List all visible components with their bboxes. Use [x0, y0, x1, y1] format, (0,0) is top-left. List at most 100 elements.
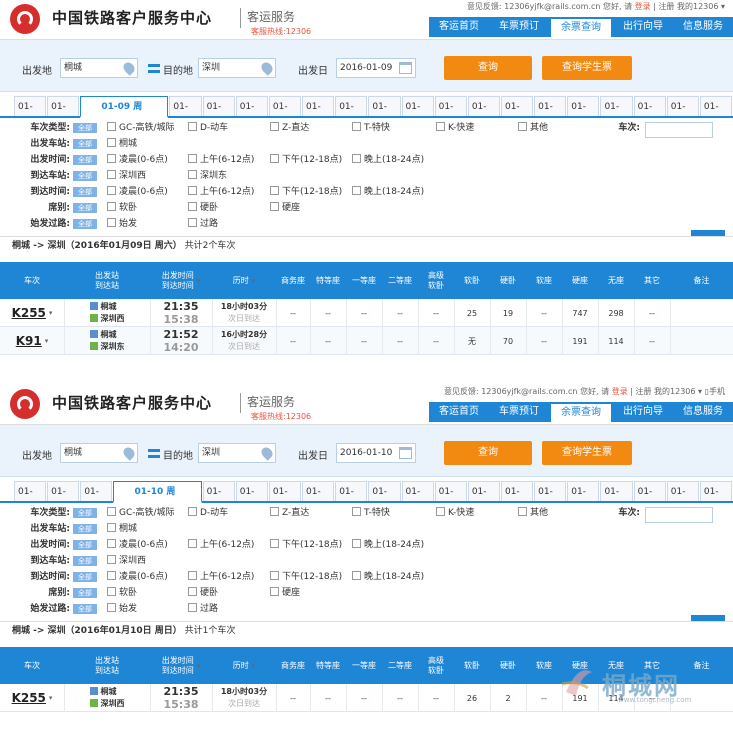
filter-checkbox[interactable]: K-快速 [436, 120, 474, 136]
train-code-link[interactable]: K255 [12, 306, 46, 320]
to-station-name[interactable]: 深圳西 [101, 314, 125, 323]
filter-checkbox[interactable]: Z-直达 [270, 120, 309, 136]
filter-checkbox[interactable]: 晚上(18-24点) [352, 537, 424, 553]
from-station-name[interactable]: 桐城 [101, 687, 117, 696]
filter-checkbox[interactable]: D-动车 [188, 120, 228, 136]
train-code-link[interactable]: K255 [12, 691, 46, 705]
nav-item[interactable]: 信息服务 [673, 17, 733, 37]
from-input[interactable]: 桐城 [60, 58, 138, 78]
date-tab[interactable]: 01-12 [235, 96, 268, 132]
calendar-icon[interactable] [399, 62, 412, 74]
nav-item[interactable]: 余票查询 [551, 404, 611, 422]
filter-checkbox[interactable]: GC-高铁/城际 [107, 120, 175, 136]
date-tab[interactable]: 01-16 [368, 96, 401, 132]
login-link[interactable]: 登录 [635, 2, 651, 11]
col-duration[interactable]: 历时 ▾ [212, 262, 276, 299]
sort-icon[interactable]: ▾ [252, 276, 256, 286]
date-tab[interactable]: 01-14 [302, 96, 335, 132]
chevron-down-icon[interactable]: ▾ [49, 694, 53, 702]
date-tab[interactable]: 01-13 [268, 481, 302, 517]
date-tab[interactable]: 01-20 [500, 96, 534, 132]
filter-checkbox[interactable]: 桐城 [107, 136, 137, 152]
date-tab[interactable]: 01-09 [80, 481, 113, 517]
select-all-button[interactable]: 全部 [73, 123, 97, 133]
filter-checkbox[interactable]: 深圳东 [188, 168, 227, 184]
select-all-button[interactable]: 全部 [73, 171, 97, 181]
select-all-button[interactable]: 全部 [73, 219, 97, 229]
train-code-link[interactable]: K91 [16, 334, 42, 348]
date-tab[interactable]: 01-26 [699, 96, 733, 132]
date-tab[interactable]: 01-21 [534, 96, 567, 132]
filter-checkbox[interactable]: 深圳西 [107, 553, 146, 569]
date-tab[interactable]: 01-19 [467, 96, 500, 132]
filter-checkbox[interactable]: 深圳西 [107, 168, 146, 184]
select-all-button[interactable]: 全部 [73, 604, 97, 614]
select-all-button[interactable]: 全部 [73, 588, 97, 598]
nav-item[interactable]: 车票预订 [489, 17, 549, 37]
date-tab[interactable]: 01-08 [47, 96, 80, 132]
filter-checkbox[interactable]: 上午(6-12点) [188, 152, 254, 168]
chevron-down-icon[interactable]: ▾ [49, 309, 53, 317]
filter-checkbox[interactable]: 过路 [188, 216, 218, 232]
filter-checkbox[interactable]: 始发 [107, 601, 137, 617]
filter-checkbox[interactable]: 软卧 [107, 200, 137, 216]
filter-checkbox[interactable]: Z-直达 [270, 505, 309, 521]
date-tab[interactable]: 01-26 [699, 481, 733, 517]
filter-checkbox[interactable]: 凌晨(0-6点) [107, 537, 168, 553]
register-link[interactable]: 注册 [635, 387, 651, 396]
calendar-icon[interactable] [399, 447, 412, 459]
filter-checkbox[interactable]: 上午(6-12点) [188, 569, 254, 585]
date-tab[interactable]: 01-23 [600, 481, 633, 517]
my-account-link[interactable]: 我的12306 [677, 2, 718, 11]
date-tab[interactable]: 01-09 周六 [80, 96, 169, 132]
select-all-button[interactable]: 全部 [73, 540, 97, 550]
chevron-down-icon[interactable]: ▾ [695, 387, 704, 396]
chevron-down-icon[interactable]: ▾ [45, 337, 49, 345]
date-tab[interactable]: 01-24 [633, 96, 666, 132]
filter-checkbox[interactable]: 下午(12-18点) [270, 152, 342, 168]
date-tab[interactable]: 01-15 [335, 481, 368, 517]
date-tab[interactable]: 01-11 [202, 96, 235, 132]
date-tab[interactable]: 01-07 [14, 96, 47, 132]
filter-checkbox[interactable]: T-特快 [352, 505, 390, 521]
train-code-cell[interactable]: K255 ▾ [0, 684, 64, 712]
filter-checkbox[interactable]: 凌晨(0-6点) [107, 152, 168, 168]
filter-checkbox[interactable]: 凌晨(0-6点) [107, 184, 168, 200]
filter-checkbox[interactable]: K-快速 [436, 505, 474, 521]
date-tab[interactable]: 01-13 [268, 96, 302, 132]
date-tab[interactable]: 01-10 [169, 96, 202, 132]
date-tab[interactable]: 01-25 [666, 96, 699, 132]
filter-checkbox[interactable]: 上午(6-12点) [188, 184, 254, 200]
date-tab[interactable]: 01-08 [47, 481, 80, 517]
select-all-button[interactable]: 全部 [73, 187, 97, 197]
date-tab[interactable]: 01-17 [401, 96, 434, 132]
filter-checkbox[interactable]: 上午(6-12点) [188, 537, 254, 553]
date-tab[interactable]: 01-15 [335, 96, 368, 132]
date-tab[interactable]: 01-12 [235, 481, 268, 517]
select-all-button[interactable]: 全部 [73, 139, 97, 149]
date-tab[interactable]: 01-14 [302, 481, 335, 517]
sort-icon[interactable]: ▾ [197, 661, 201, 671]
date-input[interactable]: 2016-01-09 [336, 58, 416, 78]
register-link[interactable]: 注册 [658, 2, 674, 11]
student-query-button[interactable]: 查询学生票 [542, 441, 632, 465]
nav-item[interactable]: 车票预订 [489, 402, 549, 422]
location-pin-icon[interactable] [259, 445, 275, 461]
nav-item[interactable]: 出行向导 [613, 17, 673, 37]
date-tab[interactable]: 01-18 [434, 96, 467, 132]
from-station-name[interactable]: 桐城 [101, 330, 117, 339]
date-tab[interactable]: 01-17 [401, 481, 434, 517]
filter-checkbox[interactable]: 凌晨(0-6点) [107, 569, 168, 585]
swap-icon[interactable] [148, 64, 160, 73]
col-duration[interactable]: 历时 ▾ [212, 647, 276, 684]
date-tab[interactable]: 01-07 [14, 481, 47, 517]
nav-item[interactable]: 出行向导 [613, 402, 673, 422]
filter-checkbox[interactable]: 过路 [188, 601, 218, 617]
login-link[interactable]: 登录 [612, 387, 628, 396]
filter-checkbox[interactable]: GC-高铁/城际 [107, 505, 175, 521]
date-tab[interactable]: 01-25 [666, 481, 699, 517]
nav-item[interactable]: 客运首页 [429, 402, 489, 422]
filter-checkbox[interactable]: 桐城 [107, 521, 137, 537]
select-all-button[interactable]: 全部 [73, 155, 97, 165]
filter-checkbox[interactable]: 硬卧 [188, 585, 218, 601]
